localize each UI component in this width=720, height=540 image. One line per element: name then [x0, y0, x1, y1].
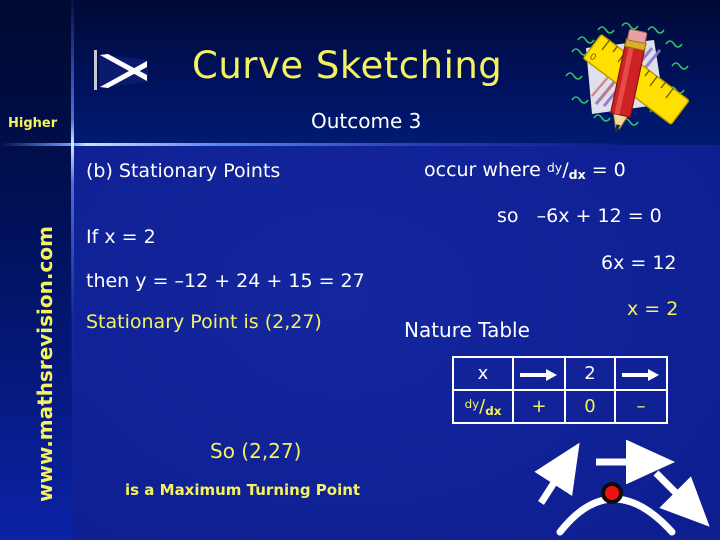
turning-point-marker — [605, 486, 619, 500]
down-arrow-icon — [653, 470, 710, 527]
table-cell-derivative-label: dy/dx — [452, 389, 514, 424]
slide-subtitle: Outcome 3 — [311, 109, 422, 133]
conclusion-line: So (2,27) — [210, 439, 302, 463]
parabola-curve — [556, 495, 676, 536]
derivative-numerator: dy — [546, 160, 563, 176]
stationary-point-line: Stationary Point is (2,27) — [86, 311, 322, 333]
derivative-denominator: dx — [485, 403, 502, 418]
occur-where-line: occur where dy/dx = 0 — [424, 159, 626, 182]
derivative-fraction: dy/dx — [546, 159, 586, 182]
then-line: then y = –12 + 24 + 15 = 27 — [86, 270, 365, 292]
so-label: so — [497, 205, 519, 227]
page-title: Curve Sketching — [192, 44, 503, 87]
derivative-denominator: dx — [568, 166, 586, 182]
equation-1-text: –6x + 12 = 0 — [536, 205, 662, 227]
equation-line-2: 6x = 12 — [601, 252, 677, 274]
equation-line-1: so –6x + 12 = 0 — [497, 205, 662, 227]
table-cell-x-label: x — [452, 356, 514, 391]
table-row: dy/dx + 0 – — [452, 389, 668, 424]
level-badge: Higher — [8, 116, 58, 131]
horizontal-divider — [0, 143, 720, 146]
vertical-divider — [71, 0, 74, 540]
saltire-flag-icon — [94, 50, 148, 90]
right-arrow-icon — [520, 369, 558, 381]
derivative-slash: / — [562, 159, 569, 181]
table-cell-sign-before: + — [512, 389, 566, 424]
conclusion-subline: is a Maximum Turning Point — [125, 481, 361, 499]
slide-canvas: Curve Sketching Outcome 3 Higher www.mat… — [0, 0, 720, 540]
up-arrow-icon — [534, 442, 580, 505]
table-cell-x-value: 2 — [564, 356, 616, 391]
derivative-fraction: dy/dx — [464, 396, 502, 418]
table-cell-sign-after: – — [614, 389, 668, 424]
equation-line-3: x = 2 — [627, 298, 679, 320]
table-cell-arrow-right — [614, 356, 668, 391]
maximum-turning-point-sketch — [534, 440, 710, 536]
table-row: x 2 — [452, 356, 668, 391]
table-cell-arrow-left — [512, 356, 566, 391]
occur-suffix-text: = 0 — [591, 159, 626, 181]
nature-table-label: Nature Table — [404, 318, 530, 342]
ruler-and-pencil-clipart: 0 — [565, 22, 690, 133]
derivative-numerator: dy — [464, 397, 480, 412]
table-cell-sign-at: 0 — [564, 389, 616, 424]
website-watermark: www.mathsrevision.com — [33, 226, 57, 502]
section-heading: (b) Stationary Points — [86, 160, 281, 182]
nature-table: x 2 dy/dx + 0 – — [452, 356, 668, 424]
if-line: If x = 2 — [86, 226, 156, 248]
occur-prefix-text: occur where — [424, 159, 541, 181]
right-arrow-icon — [622, 369, 660, 381]
